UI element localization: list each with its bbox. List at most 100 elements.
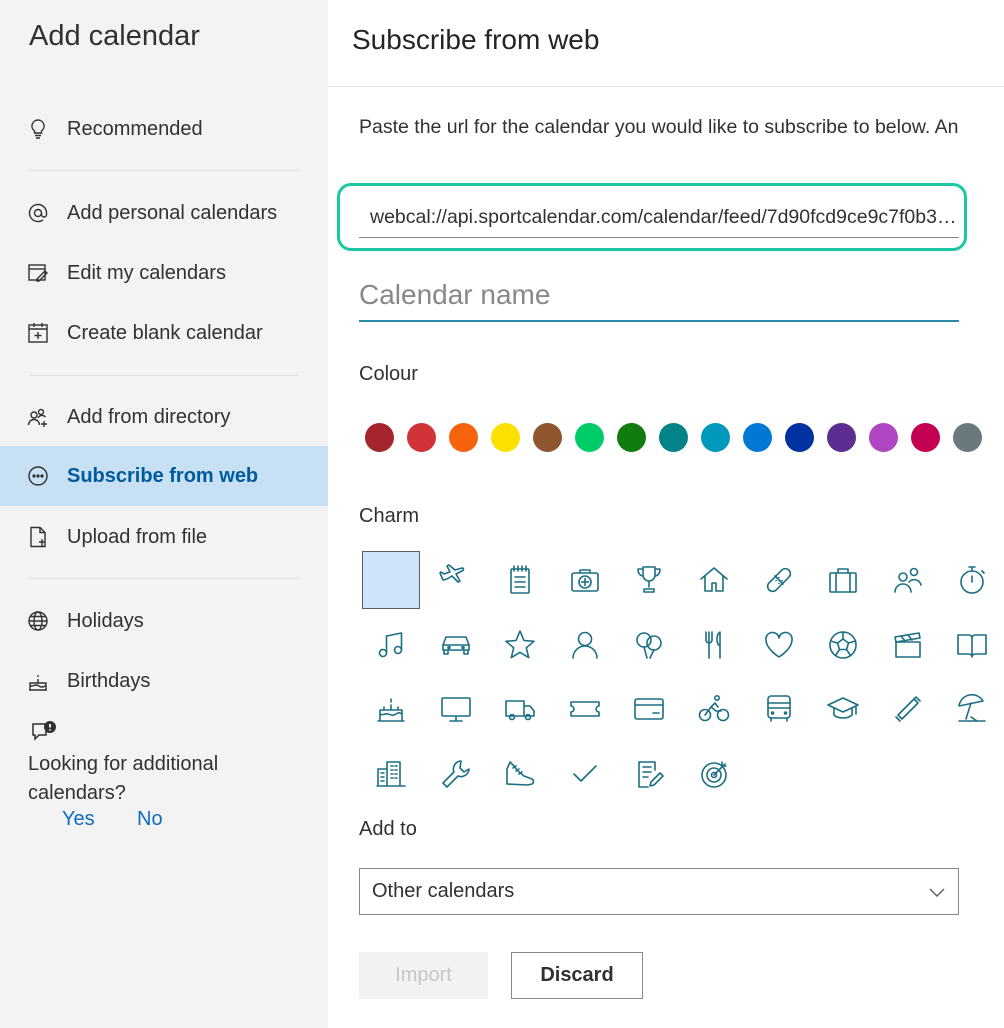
stopwatch-icon: [960, 566, 986, 594]
person-icon: [571, 631, 598, 659]
charm-option-blank[interactable]: [362, 551, 420, 609]
charm-option[interactable]: [685, 745, 743, 803]
colour-swatch[interactable]: [743, 423, 772, 452]
charm-option[interactable]: [750, 680, 808, 738]
colour-swatch[interactable]: [617, 423, 646, 452]
charm-option[interactable]: [814, 680, 872, 738]
sidebar-item-subscribe-web[interactable]: Subscribe from web: [0, 446, 328, 506]
sidebar-item-create-blank[interactable]: Create blank calendar: [0, 303, 328, 363]
colour-swatch[interactable]: [533, 423, 562, 452]
colour-swatch[interactable]: [365, 423, 394, 452]
trophy-icon: [637, 566, 662, 593]
charm-option[interactable]: [556, 551, 614, 609]
colour-swatch[interactable]: [953, 423, 982, 452]
dumbbell-icon: [894, 696, 921, 722]
charm-option[interactable]: [362, 745, 420, 803]
wrench-icon: [441, 759, 470, 788]
charm-option[interactable]: [620, 551, 678, 609]
birthday-cake-icon: [377, 698, 405, 722]
colour-swatch[interactable]: [407, 423, 436, 452]
charm-option[interactable]: [879, 551, 937, 609]
sidebar-item-label: Holidays: [67, 609, 144, 632]
charm-option[interactable]: [491, 551, 549, 609]
charm-option[interactable]: [620, 680, 678, 738]
chevron-down-icon: [928, 883, 946, 906]
charm-option[interactable]: [427, 616, 485, 674]
colour-swatch[interactable]: [827, 423, 856, 452]
add-to-dropdown[interactable]: Other calendars: [359, 868, 959, 915]
sidebar-item-birthdays[interactable]: Birthdays: [0, 651, 328, 711]
globe-icon: [27, 610, 49, 632]
sneaker-icon: [506, 760, 535, 786]
colour-swatch[interactable]: [701, 423, 730, 452]
colour-swatch[interactable]: [911, 423, 940, 452]
sidebar-item-edit-calendars[interactable]: Edit my calendars: [0, 243, 328, 303]
charm-option[interactable]: [685, 680, 743, 738]
discard-button[interactable]: Discard: [511, 952, 643, 999]
charm-option[interactable]: [943, 551, 1001, 609]
calendar-url-input[interactable]: [359, 198, 959, 238]
charm-option[interactable]: [879, 616, 937, 674]
colour-swatch[interactable]: [491, 423, 520, 452]
truck-icon: [505, 700, 535, 721]
people-add-icon: [27, 406, 49, 428]
charm-option[interactable]: [556, 745, 614, 803]
charm-option[interactable]: [620, 745, 678, 803]
charm-option[interactable]: [814, 551, 872, 609]
target-icon: [701, 760, 727, 788]
edit-calendar-icon: [27, 262, 49, 284]
soccer-ball-icon: [829, 630, 857, 659]
charm-option[interactable]: [685, 616, 743, 674]
add-to-label: Add to: [359, 818, 417, 840]
colour-swatch[interactable]: [659, 423, 688, 452]
charm-option[interactable]: [879, 680, 937, 738]
sidebar-item-label: Recommended: [67, 117, 203, 140]
briefcase-icon: [829, 568, 857, 593]
colour-swatch[interactable]: [869, 423, 898, 452]
charm-option[interactable]: [491, 680, 549, 738]
charm-option[interactable]: [943, 616, 1001, 674]
sidebar-item-recommended[interactable]: Recommended: [0, 99, 328, 159]
page-title: Subscribe from web: [352, 24, 600, 55]
charm-option[interactable]: [814, 616, 872, 674]
sidebar-item-label: Upload from file: [67, 525, 208, 548]
sidebar-item-add-personal[interactable]: Add personal calendars: [0, 183, 328, 243]
colour-swatch[interactable]: [785, 423, 814, 452]
checkmark-icon: [572, 764, 597, 782]
charm-option[interactable]: [943, 680, 1001, 738]
divider: [29, 375, 299, 376]
description-text: Paste the url for the calendar you would…: [359, 116, 959, 138]
car-icon: [441, 635, 470, 655]
charm-option[interactable]: [491, 616, 549, 674]
credit-card-icon: [634, 698, 665, 720]
sidebar-item-label: Birthdays: [67, 669, 151, 692]
charm-option[interactable]: [427, 745, 485, 803]
sidebar-item-holidays[interactable]: Holidays: [0, 591, 328, 651]
charm-option[interactable]: [362, 680, 420, 738]
calendar-name-input[interactable]: [359, 270, 959, 322]
colour-swatch[interactable]: [575, 423, 604, 452]
balloons-icon: [636, 631, 663, 659]
charm-option[interactable]: [427, 680, 485, 738]
charm-option[interactable]: [427, 551, 485, 609]
charm-option[interactable]: [750, 551, 808, 609]
colour-swatch[interactable]: [449, 423, 478, 452]
import-button[interactable]: Import: [359, 952, 488, 999]
charm-option[interactable]: [556, 680, 614, 738]
sidebar-item-add-directory[interactable]: Add from directory: [0, 387, 328, 447]
sidebar-item-label: Add from directory: [67, 405, 231, 428]
home-icon: [700, 567, 728, 592]
charm-option[interactable]: [556, 616, 614, 674]
heart-icon: [764, 631, 793, 658]
music-note-icon: [378, 631, 403, 657]
charm-option[interactable]: [491, 745, 549, 803]
charm-option[interactable]: [750, 616, 808, 674]
people-icon: [893, 567, 922, 593]
feedback-no-link[interactable]: No: [137, 808, 163, 831]
sidebar-item-upload-file[interactable]: Upload from file: [0, 507, 328, 567]
charm-option[interactable]: [685, 551, 743, 609]
charm-option[interactable]: [620, 616, 678, 674]
charm-option[interactable]: [362, 616, 420, 674]
beach-umbrella-icon: [958, 693, 987, 722]
feedback-yes-link[interactable]: Yes: [62, 808, 95, 831]
